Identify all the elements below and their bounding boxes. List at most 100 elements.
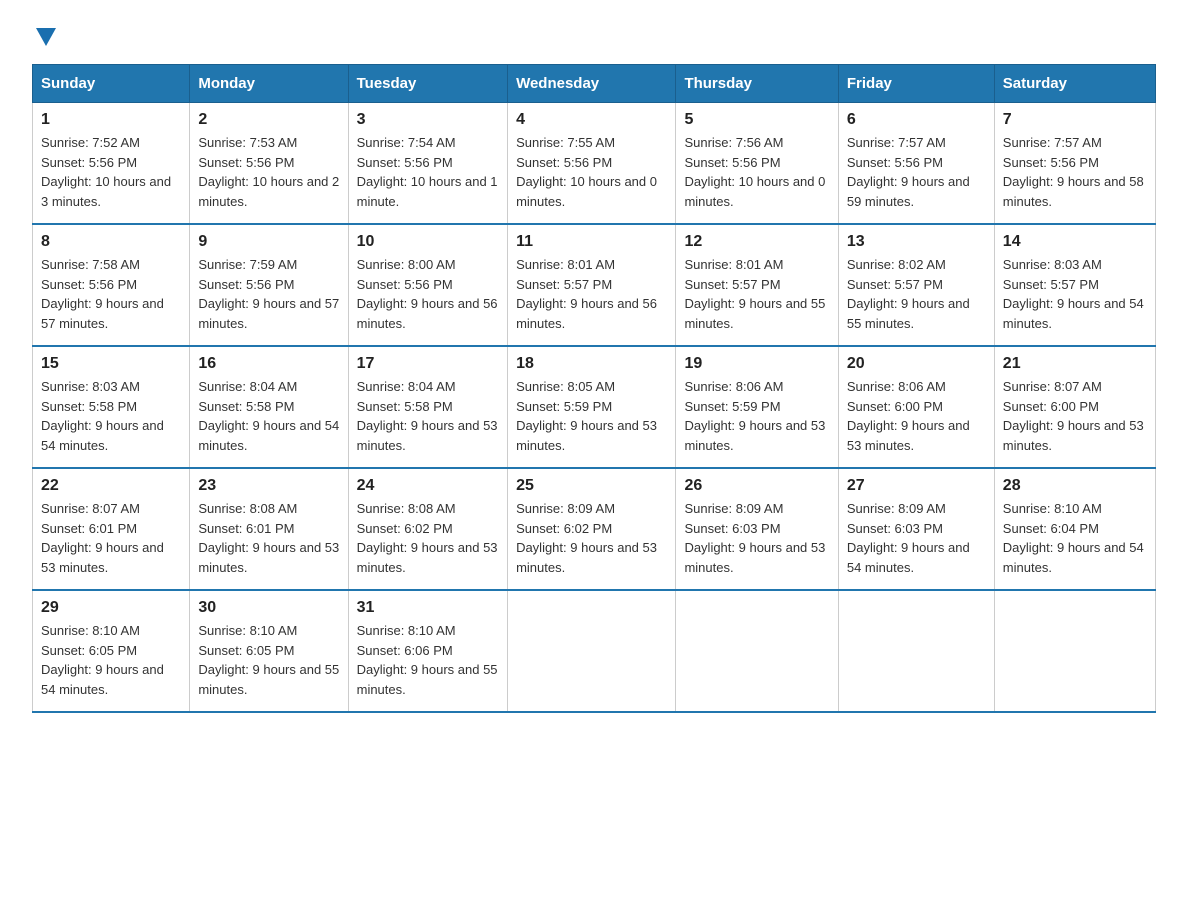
calendar-week-row: 1 Sunrise: 7:52 AMSunset: 5:56 PMDayligh… [33,103,1156,225]
day-number: 31 [357,599,499,617]
day-info: Sunrise: 7:57 AMSunset: 5:56 PMDaylight:… [847,135,970,209]
day-number: 21 [1003,355,1147,373]
calendar-cell: 15 Sunrise: 8:03 AMSunset: 5:58 PMDaylig… [33,346,190,468]
day-info: Sunrise: 8:04 AMSunset: 5:58 PMDaylight:… [198,379,339,453]
day-info: Sunrise: 8:07 AMSunset: 6:01 PMDaylight:… [41,501,164,575]
calendar-cell: 9 Sunrise: 7:59 AMSunset: 5:56 PMDayligh… [190,224,348,346]
calendar-cell: 30 Sunrise: 8:10 AMSunset: 6:05 PMDaylig… [190,590,348,712]
day-number: 8 [41,233,181,251]
day-number: 1 [41,111,181,129]
day-info: Sunrise: 7:56 AMSunset: 5:56 PMDaylight:… [684,135,825,209]
calendar-cell: 24 Sunrise: 8:08 AMSunset: 6:02 PMDaylig… [348,468,507,590]
day-number: 24 [357,477,499,495]
weekday-header-thursday: Thursday [676,65,838,103]
calendar-cell: 27 Sunrise: 8:09 AMSunset: 6:03 PMDaylig… [838,468,994,590]
calendar-cell: 16 Sunrise: 8:04 AMSunset: 5:58 PMDaylig… [190,346,348,468]
calendar-cell: 26 Sunrise: 8:09 AMSunset: 6:03 PMDaylig… [676,468,838,590]
calendar-week-row: 29 Sunrise: 8:10 AMSunset: 6:05 PMDaylig… [33,590,1156,712]
day-number: 5 [684,111,829,129]
calendar-table: SundayMondayTuesdayWednesdayThursdayFrid… [32,64,1156,713]
day-info: Sunrise: 8:10 AMSunset: 6:05 PMDaylight:… [198,623,339,697]
calendar-cell: 12 Sunrise: 8:01 AMSunset: 5:57 PMDaylig… [676,224,838,346]
calendar-cell: 31 Sunrise: 8:10 AMSunset: 6:06 PMDaylig… [348,590,507,712]
calendar-week-row: 22 Sunrise: 8:07 AMSunset: 6:01 PMDaylig… [33,468,1156,590]
calendar-cell: 29 Sunrise: 8:10 AMSunset: 6:05 PMDaylig… [33,590,190,712]
calendar-cell: 13 Sunrise: 8:02 AMSunset: 5:57 PMDaylig… [838,224,994,346]
day-info: Sunrise: 8:07 AMSunset: 6:00 PMDaylight:… [1003,379,1144,453]
day-number: 16 [198,355,339,373]
weekday-header-sunday: Sunday [33,65,190,103]
calendar-cell: 22 Sunrise: 8:07 AMSunset: 6:01 PMDaylig… [33,468,190,590]
day-info: Sunrise: 8:03 AMSunset: 5:58 PMDaylight:… [41,379,164,453]
calendar-cell [994,590,1155,712]
calendar-cell: 19 Sunrise: 8:06 AMSunset: 5:59 PMDaylig… [676,346,838,468]
calendar-cell: 21 Sunrise: 8:07 AMSunset: 6:00 PMDaylig… [994,346,1155,468]
day-info: Sunrise: 7:58 AMSunset: 5:56 PMDaylight:… [41,257,164,331]
day-number: 19 [684,355,829,373]
weekday-header-monday: Monday [190,65,348,103]
day-number: 6 [847,111,986,129]
day-number: 9 [198,233,339,251]
weekday-header-tuesday: Tuesday [348,65,507,103]
page-header [32,24,1156,46]
day-info: Sunrise: 7:57 AMSunset: 5:56 PMDaylight:… [1003,135,1144,209]
day-number: 4 [516,111,667,129]
calendar-cell [838,590,994,712]
calendar-cell: 8 Sunrise: 7:58 AMSunset: 5:56 PMDayligh… [33,224,190,346]
day-number: 15 [41,355,181,373]
day-info: Sunrise: 8:10 AMSunset: 6:06 PMDaylight:… [357,623,498,697]
day-info: Sunrise: 8:00 AMSunset: 5:56 PMDaylight:… [357,257,498,331]
day-info: Sunrise: 7:54 AMSunset: 5:56 PMDaylight:… [357,135,498,209]
day-info: Sunrise: 8:10 AMSunset: 6:05 PMDaylight:… [41,623,164,697]
calendar-cell: 4 Sunrise: 7:55 AMSunset: 5:56 PMDayligh… [508,103,676,225]
calendar-cell: 14 Sunrise: 8:03 AMSunset: 5:57 PMDaylig… [994,224,1155,346]
calendar-cell: 6 Sunrise: 7:57 AMSunset: 5:56 PMDayligh… [838,103,994,225]
day-number: 11 [516,233,667,251]
calendar-cell: 20 Sunrise: 8:06 AMSunset: 6:00 PMDaylig… [838,346,994,468]
day-info: Sunrise: 8:03 AMSunset: 5:57 PMDaylight:… [1003,257,1144,331]
day-info: Sunrise: 8:09 AMSunset: 6:03 PMDaylight:… [684,501,825,575]
day-info: Sunrise: 8:01 AMSunset: 5:57 PMDaylight:… [516,257,657,331]
weekday-header-row: SundayMondayTuesdayWednesdayThursdayFrid… [33,65,1156,103]
day-info: Sunrise: 8:01 AMSunset: 5:57 PMDaylight:… [684,257,825,331]
day-number: 13 [847,233,986,251]
calendar-cell: 23 Sunrise: 8:08 AMSunset: 6:01 PMDaylig… [190,468,348,590]
day-info: Sunrise: 7:55 AMSunset: 5:56 PMDaylight:… [516,135,657,209]
calendar-cell: 2 Sunrise: 7:53 AMSunset: 5:56 PMDayligh… [190,103,348,225]
day-info: Sunrise: 8:08 AMSunset: 6:01 PMDaylight:… [198,501,339,575]
day-number: 28 [1003,477,1147,495]
calendar-cell: 25 Sunrise: 8:09 AMSunset: 6:02 PMDaylig… [508,468,676,590]
day-number: 22 [41,477,181,495]
calendar-cell: 1 Sunrise: 7:52 AMSunset: 5:56 PMDayligh… [33,103,190,225]
day-info: Sunrise: 8:09 AMSunset: 6:02 PMDaylight:… [516,501,657,575]
day-number: 27 [847,477,986,495]
calendar-cell [676,590,838,712]
day-info: Sunrise: 8:06 AMSunset: 6:00 PMDaylight:… [847,379,970,453]
calendar-cell: 10 Sunrise: 8:00 AMSunset: 5:56 PMDaylig… [348,224,507,346]
calendar-cell: 7 Sunrise: 7:57 AMSunset: 5:56 PMDayligh… [994,103,1155,225]
day-number: 26 [684,477,829,495]
day-number: 25 [516,477,667,495]
day-number: 12 [684,233,829,251]
day-info: Sunrise: 8:02 AMSunset: 5:57 PMDaylight:… [847,257,970,331]
calendar-cell: 18 Sunrise: 8:05 AMSunset: 5:59 PMDaylig… [508,346,676,468]
day-info: Sunrise: 8:08 AMSunset: 6:02 PMDaylight:… [357,501,498,575]
day-number: 7 [1003,111,1147,129]
day-info: Sunrise: 7:59 AMSunset: 5:56 PMDaylight:… [198,257,339,331]
day-info: Sunrise: 7:52 AMSunset: 5:56 PMDaylight:… [41,135,171,209]
day-number: 17 [357,355,499,373]
day-info: Sunrise: 8:04 AMSunset: 5:58 PMDaylight:… [357,379,498,453]
calendar-cell: 17 Sunrise: 8:04 AMSunset: 5:58 PMDaylig… [348,346,507,468]
day-number: 14 [1003,233,1147,251]
day-number: 23 [198,477,339,495]
day-number: 30 [198,599,339,617]
day-info: Sunrise: 7:53 AMSunset: 5:56 PMDaylight:… [198,135,339,209]
logo [32,24,56,46]
day-number: 10 [357,233,499,251]
day-info: Sunrise: 8:09 AMSunset: 6:03 PMDaylight:… [847,501,970,575]
logo-triangle-icon [36,28,56,46]
day-info: Sunrise: 8:05 AMSunset: 5:59 PMDaylight:… [516,379,657,453]
weekday-header-friday: Friday [838,65,994,103]
day-number: 20 [847,355,986,373]
day-number: 2 [198,111,339,129]
